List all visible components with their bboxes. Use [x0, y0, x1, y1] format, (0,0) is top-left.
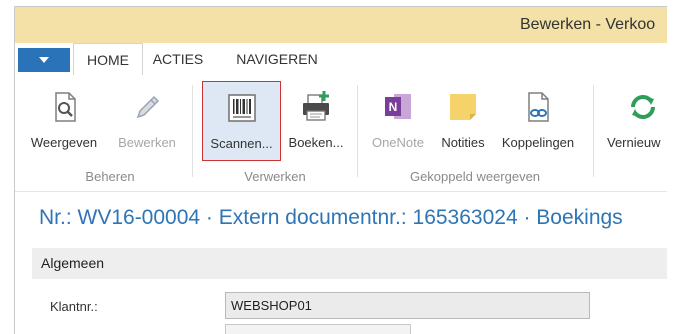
- vernieuwen-label: Vernieuw: [607, 135, 661, 150]
- window-title: Bewerken - Verkoo: [520, 16, 656, 33]
- weergeven-label: Weergeven: [30, 135, 98, 150]
- ribbon-tab-bar: HOME ACTIES NAVIGEREN: [15, 43, 667, 76]
- application-window: Bewerken - Verkoo HOME ACTIES NAVIGEREN …: [14, 6, 667, 334]
- file-menu-button[interactable]: [18, 48, 70, 72]
- link-document-icon: [528, 92, 549, 122]
- boeken-button[interactable]: Boeken...: [283, 81, 349, 161]
- scannen-button[interactable]: Scannen...: [202, 81, 281, 161]
- group-separator: [192, 85, 193, 177]
- pencil-icon: [136, 95, 160, 119]
- note-icon: [450, 94, 476, 120]
- svg-text:N: N: [389, 100, 398, 114]
- title-bar: Bewerken - Verkoo: [15, 7, 667, 43]
- weergeven-button[interactable]: Weergeven: [25, 81, 103, 161]
- group-gekoppeld-label: Gekoppeld weergeven: [409, 169, 541, 184]
- onenote-label: OneNote: [371, 135, 425, 150]
- tab-navigeren[interactable]: NAVIGEREN: [227, 43, 327, 75]
- chevron-down-icon: [39, 57, 49, 63]
- barcode-icon: [227, 94, 256, 122]
- tab-home[interactable]: HOME: [73, 43, 143, 76]
- tab-home-label: HOME: [87, 52, 129, 68]
- tab-acties[interactable]: ACTIES: [148, 43, 208, 75]
- scannen-label: Scannen...: [210, 136, 273, 151]
- koppelingen-label: Koppelingen: [501, 135, 575, 150]
- tab-navigeren-label: NAVIGEREN: [236, 51, 318, 67]
- tab-acties-label: ACTIES: [152, 51, 204, 67]
- refresh-icon: [631, 95, 655, 119]
- page-header: Nr.: WV16-00004 · Extern documentnr.: 16…: [15, 191, 667, 242]
- group-verwerken-label: Verwerken: [244, 169, 306, 184]
- bewerken-label: Bewerken: [118, 135, 176, 150]
- ribbon: Weergeven Bewerken Beheren Scannen... Bo…: [15, 75, 667, 191]
- view-document-icon: [55, 92, 76, 122]
- bewerken-button[interactable]: Bewerken: [111, 81, 183, 161]
- koppelingen-button[interactable]: Koppelingen: [495, 81, 581, 161]
- group-beheren-label: Beheren: [85, 169, 135, 184]
- section-title: Algemeen: [41, 255, 105, 271]
- vernieuwen-button[interactable]: Vernieuw: [603, 81, 667, 161]
- group-separator: [357, 85, 358, 177]
- notities-label: Notities: [441, 135, 485, 150]
- onenote-icon: N: [385, 94, 411, 119]
- fasttab-algemeen[interactable]: Algemeen: [32, 248, 667, 279]
- onenote-button[interactable]: N OneNote: [365, 81, 431, 161]
- page-title: Nr.: WV16-00004 · Extern documentnr.: 16…: [39, 206, 623, 229]
- post-printer-icon: [303, 91, 329, 121]
- boeken-label: Boeken...: [288, 135, 344, 150]
- klantnr-label: Klantnr.:: [50, 299, 98, 314]
- klantnr-field[interactable]: WEBSHOP01: [225, 292, 590, 319]
- group-separator: [593, 85, 594, 177]
- notities-button[interactable]: Notities: [435, 81, 491, 161]
